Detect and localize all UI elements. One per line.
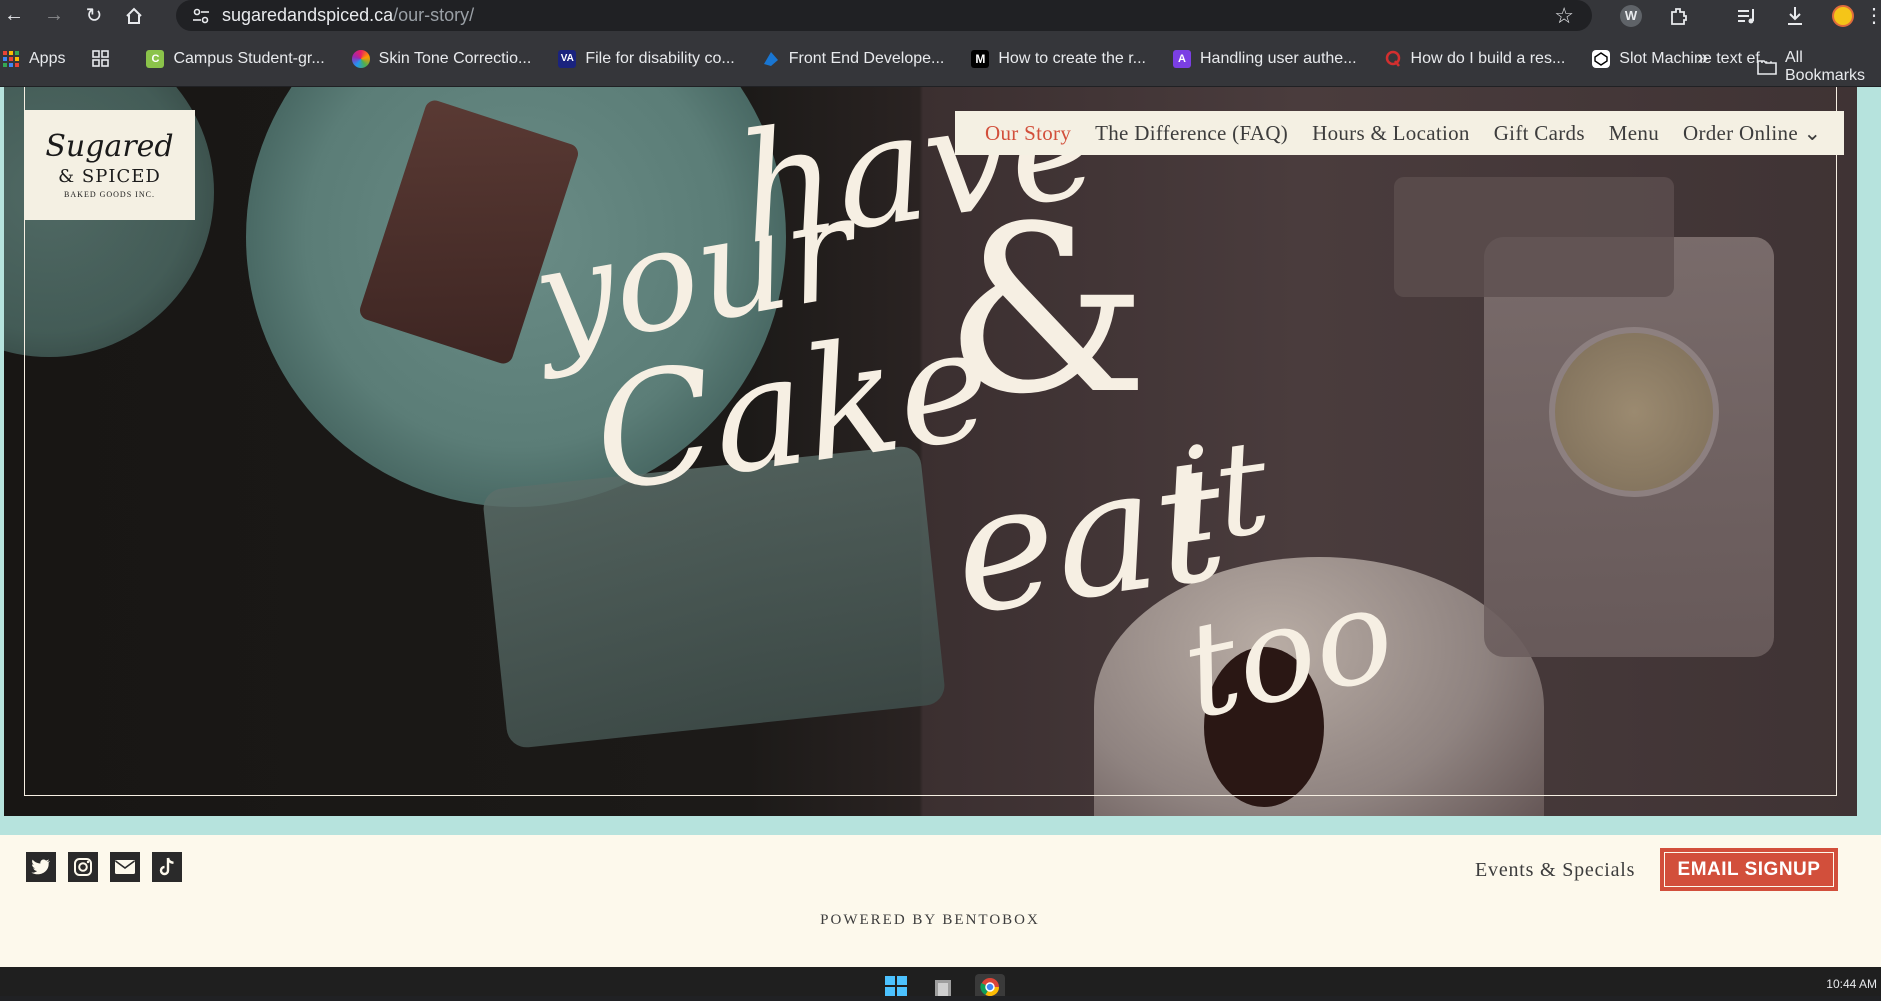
bookmark-front-end[interactable]: Front End Develope... bbox=[762, 49, 945, 68]
reload-icon[interactable]: ↻ bbox=[80, 2, 108, 30]
folder-icon bbox=[1757, 59, 1777, 75]
nav-the-difference[interactable]: The Difference (FAQ) bbox=[1095, 121, 1288, 146]
menu-kebab-icon[interactable]: ⋮ bbox=[1864, 2, 1881, 30]
tab-groups-icon bbox=[92, 49, 110, 68]
url-path: /our-story/ bbox=[393, 5, 475, 25]
os-taskbar: 10:44 AM bbox=[0, 967, 1881, 997]
powered-by-bentobox[interactable]: POWERED BY BENTOBOX bbox=[0, 912, 1860, 929]
medium-favicon-icon: M bbox=[971, 49, 990, 68]
extension-w-icon[interactable]: W bbox=[1617, 2, 1645, 30]
hero-word-it: it bbox=[1163, 410, 1278, 574]
bookmark-label: How to create the r... bbox=[998, 49, 1146, 67]
instagram-icon[interactable] bbox=[68, 852, 98, 882]
profile-avatar-icon[interactable] bbox=[1829, 2, 1857, 30]
c-favicon-icon: C bbox=[146, 49, 165, 68]
url-host: sugaredandspiced.ca bbox=[222, 5, 394, 25]
bookmark-label: Skin Tone Correctio... bbox=[378, 49, 532, 67]
nav-menu[interactable]: Menu bbox=[1609, 121, 1659, 146]
hero-banner: have your Cake & eat it too Sugared & SP… bbox=[4, 87, 1857, 816]
bookmark-skin-tone[interactable]: Skin Tone Correctio... bbox=[351, 49, 532, 68]
hero-word-too: too bbox=[1170, 555, 1407, 749]
logo-line-sugared: Sugared bbox=[45, 128, 174, 164]
bookmark-label: Handling user authe... bbox=[1199, 49, 1357, 67]
apps-grid-icon bbox=[2, 50, 20, 68]
all-bookmarks-label: All Bookmarks bbox=[1785, 49, 1866, 84]
meta-favicon-icon bbox=[762, 50, 780, 68]
bookmarks-overflow-icon[interactable]: » bbox=[1697, 47, 1708, 70]
bookmark-label: Front End Develope... bbox=[788, 49, 945, 67]
twitter-icon[interactable] bbox=[26, 852, 56, 882]
bookmark-label: How do I build a res... bbox=[1410, 49, 1566, 67]
hero-ampersand: & bbox=[944, 178, 1149, 445]
bookmark-build-res[interactable]: How do I build a res... bbox=[1384, 49, 1566, 68]
extensions-puzzle-icon[interactable] bbox=[1665, 2, 1693, 30]
bookmark-label: File for disability co... bbox=[585, 49, 735, 67]
nav-order-online[interactable]: Order Online ⌄ bbox=[1683, 121, 1821, 146]
bookmark-label: Campus Student-gr... bbox=[173, 49, 325, 67]
back-icon[interactable]: ← bbox=[0, 2, 28, 30]
tiktok-icon[interactable] bbox=[152, 852, 182, 882]
file-explorer-icon[interactable] bbox=[931, 974, 955, 996]
nav-our-story[interactable]: Our Story bbox=[985, 121, 1071, 146]
events-specials-link[interactable]: Events & Specials bbox=[1475, 859, 1635, 882]
forward-icon[interactable]: → bbox=[40, 2, 68, 30]
bookmark-slot-machine[interactable]: Slot Machine text ef... bbox=[1592, 49, 1773, 68]
logo-line-baked-goods: BAKED GOODS INC. bbox=[64, 189, 155, 199]
nav-hours-location[interactable]: Hours & Location bbox=[1312, 121, 1470, 146]
va-favicon-icon: VA bbox=[558, 49, 577, 68]
home-icon[interactable] bbox=[120, 2, 148, 30]
all-bookmarks-folder[interactable]: All Bookmarks bbox=[1757, 49, 1881, 85]
bookmark-label: Apps bbox=[29, 49, 66, 67]
web-page: have your Cake & eat it too Sugared & SP… bbox=[0, 87, 1881, 967]
social-links bbox=[26, 852, 194, 882]
system-clock[interactable]: 10:44 AM bbox=[1826, 977, 1877, 991]
browser-toolbar: ← → ↻ sugaredandspiced.ca/our-story/ ☆ W… bbox=[0, 0, 1881, 31]
bookmark-campus[interactable]: C Campus Student-gr... bbox=[146, 49, 325, 68]
quora-favicon-icon bbox=[1384, 50, 1402, 68]
codepen-favicon-icon bbox=[1592, 49, 1611, 68]
media-queue-icon[interactable] bbox=[1733, 2, 1761, 30]
site-logo[interactable]: Sugared & SPICED BAKED GOODS INC. bbox=[24, 110, 195, 220]
bookmarks-bar: Apps C Campus Student-gr... Skin Tone Co… bbox=[0, 31, 1881, 87]
bookmark-how-to-create[interactable]: M How to create the r... bbox=[971, 49, 1146, 68]
site-footer: Events & Specials EMAIL SIGNUP POWERED B… bbox=[0, 835, 1881, 967]
download-icon[interactable] bbox=[1781, 2, 1809, 30]
logo-line-spiced: & SPICED bbox=[58, 165, 161, 187]
chrome-taskbar-icon[interactable] bbox=[975, 974, 1005, 997]
address-bar[interactable]: sugaredandspiced.ca/our-story/ ☆ bbox=[176, 0, 1592, 31]
nav-gift-cards[interactable]: Gift Cards bbox=[1494, 121, 1585, 146]
url-text[interactable]: sugaredandspiced.ca/our-story/ bbox=[222, 5, 474, 26]
bookmark-disability[interactable]: VA File for disability co... bbox=[558, 49, 735, 68]
main-nav: Our Story The Difference (FAQ) Hours & L… bbox=[955, 111, 1844, 155]
bookmark-user-auth[interactable]: A Handling user authe... bbox=[1172, 49, 1357, 68]
bookmark-star-icon[interactable]: ☆ bbox=[1554, 3, 1574, 29]
email-icon[interactable] bbox=[110, 852, 140, 882]
site-info-icon[interactable] bbox=[188, 3, 214, 29]
color-wheel-icon bbox=[351, 49, 370, 68]
a-favicon-icon: A bbox=[1172, 49, 1191, 68]
bookmark-tab-groups[interactable] bbox=[92, 49, 119, 68]
bookmark-apps[interactable]: Apps bbox=[2, 50, 65, 68]
windows-start-icon[interactable] bbox=[884, 974, 908, 996]
email-signup-button[interactable]: EMAIL SIGNUP bbox=[1660, 848, 1838, 891]
